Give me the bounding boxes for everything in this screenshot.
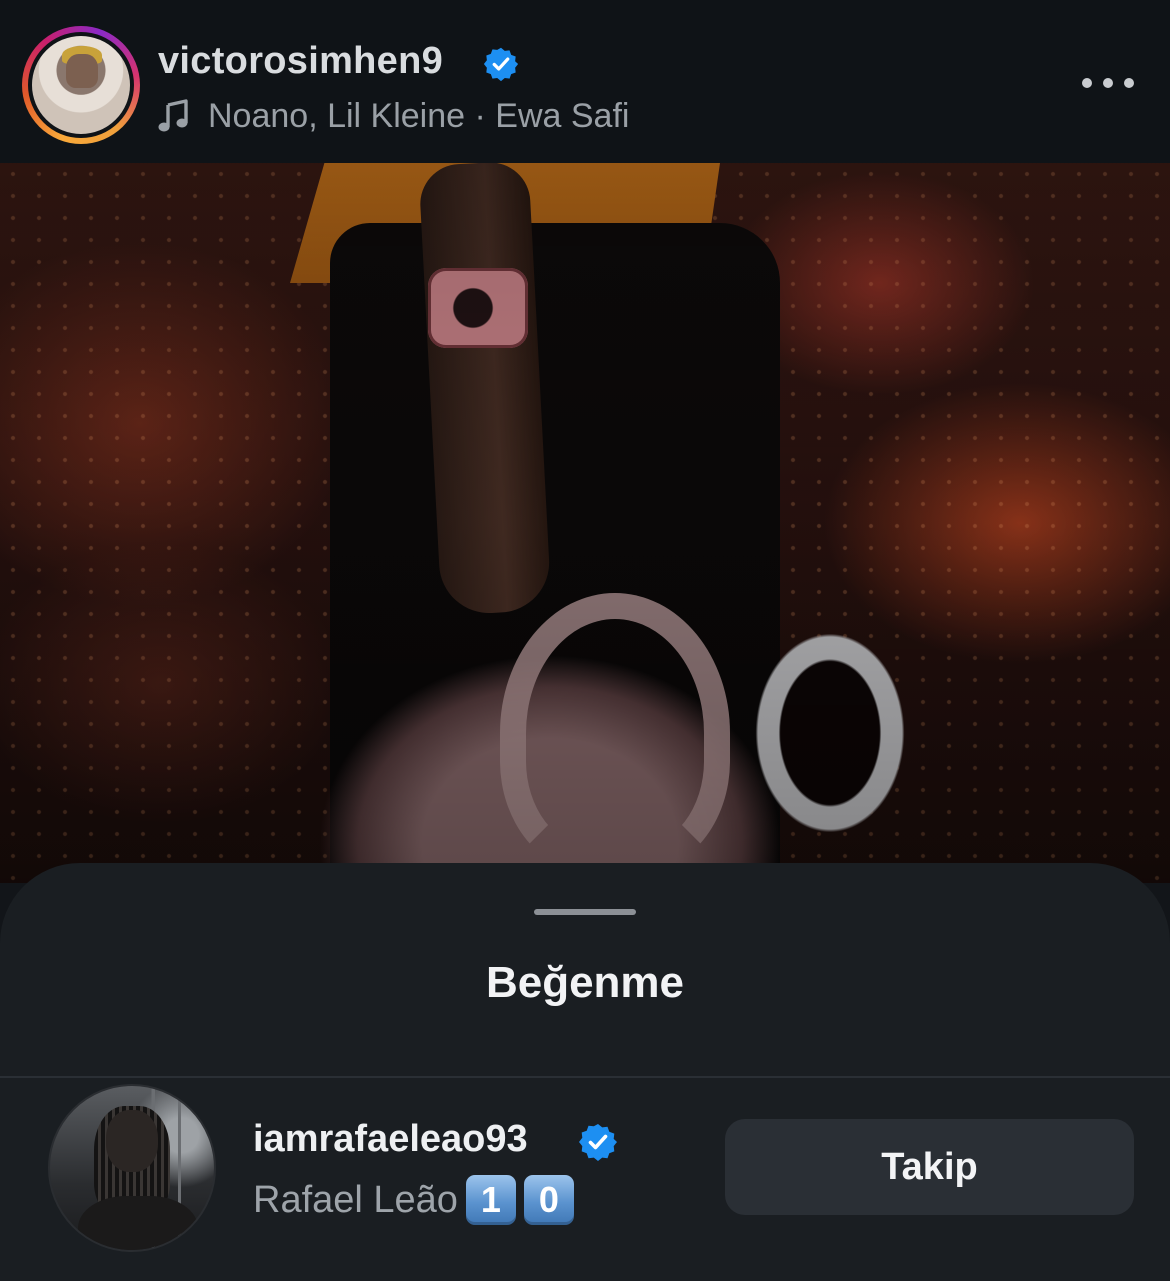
post-header: victorosimhen9 Noano, Lil Kleine · Ewa S… [0, 0, 1170, 163]
keycap-digit-emoji: 0 [523, 1175, 574, 1225]
more-options-button[interactable] [1082, 70, 1134, 96]
story-ring-avatar[interactable] [22, 26, 140, 144]
verified-badge-icon [578, 1122, 617, 1161]
post-username[interactable]: victorosimhen9 [158, 40, 443, 83]
liker-username[interactable]: iamrafaeleao93 [253, 1118, 528, 1161]
music-note-icon [158, 99, 188, 132]
music-attribution[interactable]: Noano, Lil Kleine · Ewa Safi [158, 96, 629, 136]
music-text: Noano, Lil Kleine · Ewa Safi [208, 96, 630, 135]
instagram-post-screen: victorosimhen9 Noano, Lil Kleine · Ewa S… [0, 0, 1170, 1281]
sheet-title: Beğenme [485, 958, 685, 1007]
likes-bottom-sheet: Beğenme iamrafaeleao93 Rafael Leão 1 0 T… [0, 863, 1170, 1281]
sheet-grabber-handle[interactable] [534, 909, 636, 915]
avatar[interactable] [48, 1084, 216, 1252]
post-photo[interactable] [0, 163, 1170, 883]
more-horizontal-icon [1082, 78, 1092, 88]
keycap-digit-emoji: 1 [465, 1175, 516, 1225]
liker-full-name: Rafael Leão [253, 1178, 458, 1221]
liker-full-name-line: Rafael Leão 1 0 [253, 1175, 574, 1225]
avatar [32, 36, 130, 134]
list-item[interactable]: iamrafaeleao93 Rafael Leão 1 0 Takip [0, 1078, 1170, 1281]
follow-button[interactable]: Takip [725, 1119, 1134, 1215]
verified-badge-icon [483, 46, 519, 82]
